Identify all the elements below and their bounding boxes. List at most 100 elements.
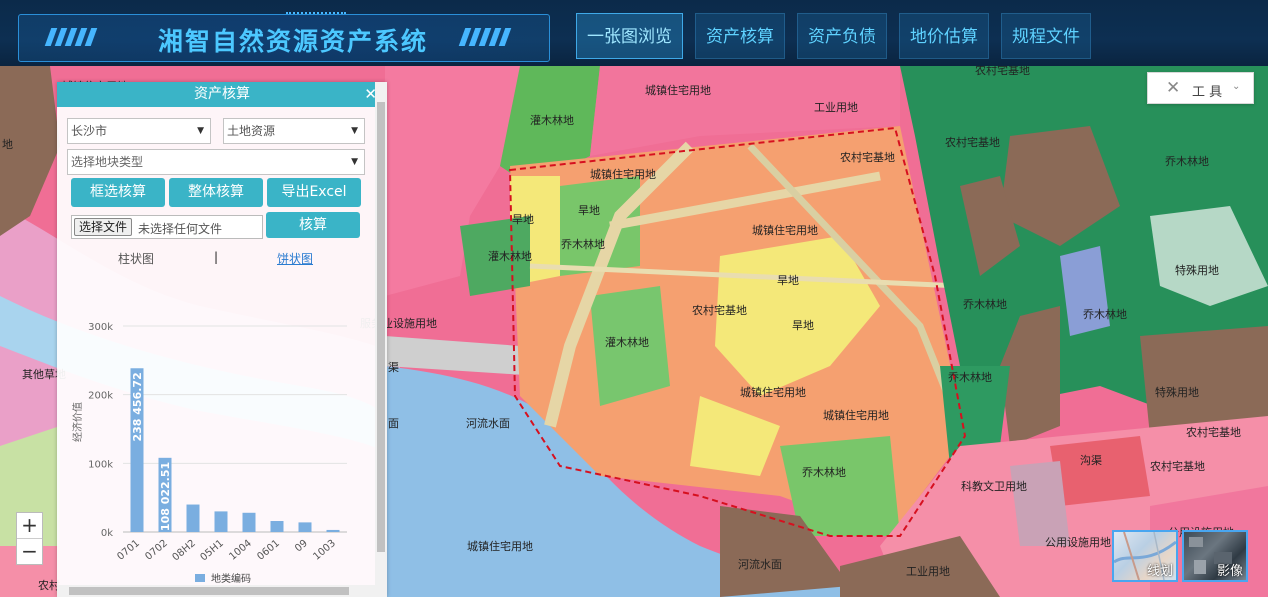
tools-dropdown[interactable]: ✕ 工 具 ⌄ bbox=[1147, 72, 1254, 104]
map-label: 工业用地 bbox=[814, 101, 858, 114]
header: 湘智自然资源资产系统 一张图浏览 资产核算 资产负债 地价估算 规程文件 bbox=[0, 0, 1268, 66]
file-input[interactable]: 选择文件 未选择任何文件 bbox=[71, 215, 263, 239]
map-label: 农村宅基地 bbox=[840, 151, 895, 164]
basemap-line-toggle[interactable]: 线划 bbox=[1112, 530, 1178, 582]
map-label: 河流水面 bbox=[738, 558, 782, 571]
bar-05H1[interactable] bbox=[214, 511, 228, 532]
export-excel-button[interactable]: 导出Excel bbox=[267, 178, 361, 207]
map-label: 城镇住宅用地 bbox=[752, 224, 818, 237]
landtype-placeholder: 选择地块类型 bbox=[71, 155, 144, 169]
main-nav: 一张图浏览 资产核算 资产负债 地价估算 规程文件 bbox=[576, 13, 1091, 59]
box-calc-button[interactable]: 框选核算 bbox=[71, 178, 165, 207]
map-label: 特殊用地 bbox=[1155, 386, 1199, 399]
basemap-image-label: 影像 bbox=[1216, 564, 1243, 579]
map-label: 工业用地 bbox=[906, 565, 950, 578]
choose-file-button[interactable]: 选择文件 bbox=[74, 218, 133, 236]
map-label: 旱地 bbox=[777, 274, 799, 287]
decor-dots bbox=[286, 12, 346, 15]
app-root: 湘智自然资源资产系统 一张图浏览 资产核算 资产负债 地价估算 规程文件 城镇住… bbox=[0, 0, 1268, 597]
tools-label: 工 具 bbox=[1192, 85, 1223, 100]
panel-scrollbar-vertical[interactable] bbox=[375, 82, 387, 597]
x-tick-label: 0701 bbox=[115, 538, 142, 563]
tab-bar-chart[interactable]: 柱状图 bbox=[118, 250, 154, 267]
bar-value-label: 238 456.72 bbox=[131, 372, 144, 441]
chart-tabs: 柱状图 | 饼状图 bbox=[57, 250, 375, 270]
chevron-down-icon: ▼ bbox=[351, 157, 358, 167]
bar-1003[interactable] bbox=[326, 529, 340, 532]
x-tick-label: 0601 bbox=[255, 538, 282, 563]
map-label: 地 bbox=[2, 138, 13, 151]
zoom-in-button[interactable]: + bbox=[17, 513, 42, 539]
map-label: 农村宅基地 bbox=[692, 304, 747, 317]
bar-08H2[interactable] bbox=[186, 504, 200, 532]
y-tick-label: 300k bbox=[88, 322, 113, 333]
nav-asset-liability[interactable]: 资产负债 bbox=[797, 13, 887, 59]
map-label: 乔木林地 bbox=[561, 238, 605, 251]
y-tick-label: 100k bbox=[88, 459, 113, 470]
panel-title: 资产核算 bbox=[194, 86, 250, 102]
map-label: 科教文卫用地 bbox=[961, 480, 1027, 493]
tab-pie-chart[interactable]: 饼状图 bbox=[277, 250, 313, 267]
map-label: 乔木林地 bbox=[948, 371, 992, 384]
y-tick-label: 200k bbox=[88, 391, 113, 402]
tools-icon: ✕ bbox=[1166, 78, 1181, 98]
map-label: 灌木林地 bbox=[488, 250, 532, 263]
resource-select-value: 土地资源 bbox=[227, 124, 276, 138]
asset-accounting-panel: 资产核算 ✕ 长沙市 ▼ 土地资源 ▼ 选择地块类型 ▼ 框选核算 整体核算 导… bbox=[57, 82, 387, 597]
chevron-down-icon: ▼ bbox=[351, 126, 358, 136]
map-label: 旱地 bbox=[578, 204, 600, 217]
x-tick-label: 1004 bbox=[227, 538, 254, 563]
chevron-down-icon: ▼ bbox=[197, 126, 204, 136]
calc-button[interactable]: 核算 bbox=[266, 212, 360, 238]
panel-header: 资产核算 ✕ bbox=[57, 82, 387, 107]
file-status-text: 未选择任何文件 bbox=[138, 222, 223, 236]
basemap-image-toggle[interactable]: 影像 bbox=[1182, 530, 1248, 582]
basemap-line-label: 线划 bbox=[1146, 564, 1173, 579]
landtype-select[interactable]: 选择地块类型 ▼ bbox=[67, 149, 365, 175]
map-label: 乔木林地 bbox=[802, 466, 846, 479]
map-label: 河流水面 bbox=[466, 417, 510, 430]
city-select[interactable]: 长沙市 ▼ bbox=[67, 118, 211, 144]
map-label: 旱地 bbox=[512, 213, 534, 226]
map-label: 沟渠 bbox=[1080, 454, 1102, 467]
map-label: 乔木林地 bbox=[1083, 308, 1127, 321]
bar-0601[interactable] bbox=[270, 521, 284, 532]
map-label: 农村宅基地 bbox=[1186, 426, 1241, 439]
nav-one-map[interactable]: 一张图浏览 bbox=[576, 13, 683, 59]
map-label: 城镇住宅用地 bbox=[740, 386, 806, 399]
map-label: 公用设施用地 bbox=[1045, 536, 1111, 549]
bar-09[interactable] bbox=[298, 522, 312, 532]
map-label: 灌木林地 bbox=[530, 114, 574, 127]
zoom-out-button[interactable]: − bbox=[17, 539, 42, 565]
x-tick-label: 09 bbox=[293, 538, 310, 555]
map-label: 农村宅基地 bbox=[1150, 460, 1205, 473]
map-label: 农村宅基地 bbox=[945, 136, 1000, 149]
app-title: 湘智自然资源资产系统 bbox=[158, 27, 429, 56]
resource-select[interactable]: 土地资源 ▼ bbox=[223, 118, 365, 144]
bar-value-label: 108 022.51 bbox=[159, 462, 172, 531]
decor-stripes-left bbox=[44, 28, 98, 46]
map-label: 面 bbox=[388, 417, 399, 430]
nav-asset-accounting[interactable]: 资产核算 bbox=[695, 13, 785, 59]
x-tick-label: 1003 bbox=[311, 538, 338, 563]
x-tick-label: 08H2 bbox=[170, 538, 197, 564]
whole-calc-button[interactable]: 整体核算 bbox=[169, 178, 263, 207]
legend-swatch bbox=[195, 574, 205, 582]
city-select-value: 长沙市 bbox=[71, 124, 108, 138]
panel-scrollbar-horizontal[interactable] bbox=[57, 585, 375, 597]
nav-regulations[interactable]: 规程文件 bbox=[1001, 13, 1091, 59]
y-axis-label: 经济价值 bbox=[71, 402, 84, 442]
legend-label: 地类编码 bbox=[211, 572, 251, 585]
map-label: 旱地 bbox=[792, 319, 814, 332]
x-tick-label: 0702 bbox=[143, 538, 170, 563]
map-label: 灌木林地 bbox=[605, 336, 649, 349]
map-label: 渠 bbox=[388, 361, 399, 374]
y-tick-label: 0k bbox=[101, 528, 113, 539]
map-label: 城镇住宅用地 bbox=[467, 540, 533, 553]
map-label: 城镇住宅用地 bbox=[645, 84, 711, 97]
map-label: 城镇住宅用地 bbox=[823, 409, 889, 422]
map-label: 城镇住宅用地 bbox=[590, 168, 656, 181]
tab-divider: | bbox=[214, 250, 219, 264]
nav-land-price[interactable]: 地价估算 bbox=[899, 13, 989, 59]
bar-1004[interactable] bbox=[242, 512, 256, 532]
